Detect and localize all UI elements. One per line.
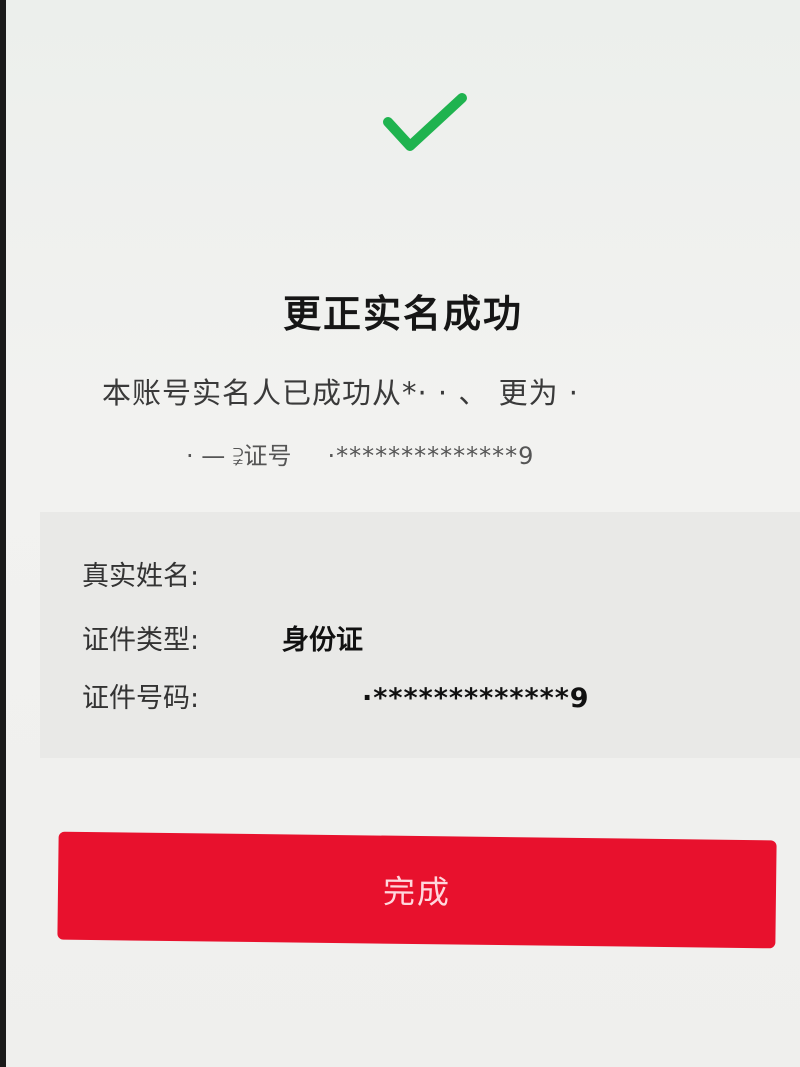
id-number-value: ·*************9 [362, 683, 590, 714]
check-icon [380, 90, 470, 160]
id-prefix: · — ⫌证号 [186, 442, 292, 470]
id-type-value: 身份证 [282, 625, 363, 656]
name-label: 真实姓名: [82, 561, 200, 592]
screen: 更正实名成功 本账号实名人已成功从*· · 、 更为 · · — ⫌证号 ·***… [6, 0, 800, 1067]
id-number-row: 证件号码: ·*************9 [82, 676, 590, 715]
result-description: 本账号实名人已成功从*· · 、 更为 · [102, 376, 580, 410]
info-card: 真实姓名: 证件类型: 身份证 证件号码: ·*************9 [40, 512, 800, 758]
id-type-row: 证件类型: 身份证 [82, 618, 363, 657]
done-button[interactable]: 完成 [57, 831, 777, 949]
id-type-label: 证件类型: [82, 625, 200, 656]
masked-id-number: ·**************9 [327, 442, 535, 470]
id-number-label: 证件号码: [82, 683, 200, 714]
page-title: 更正实名成功 [282, 292, 523, 336]
result-description-id: · — ⫌证号 ·**************9 [186, 436, 534, 471]
name-row: 真实姓名: [82, 554, 282, 593]
